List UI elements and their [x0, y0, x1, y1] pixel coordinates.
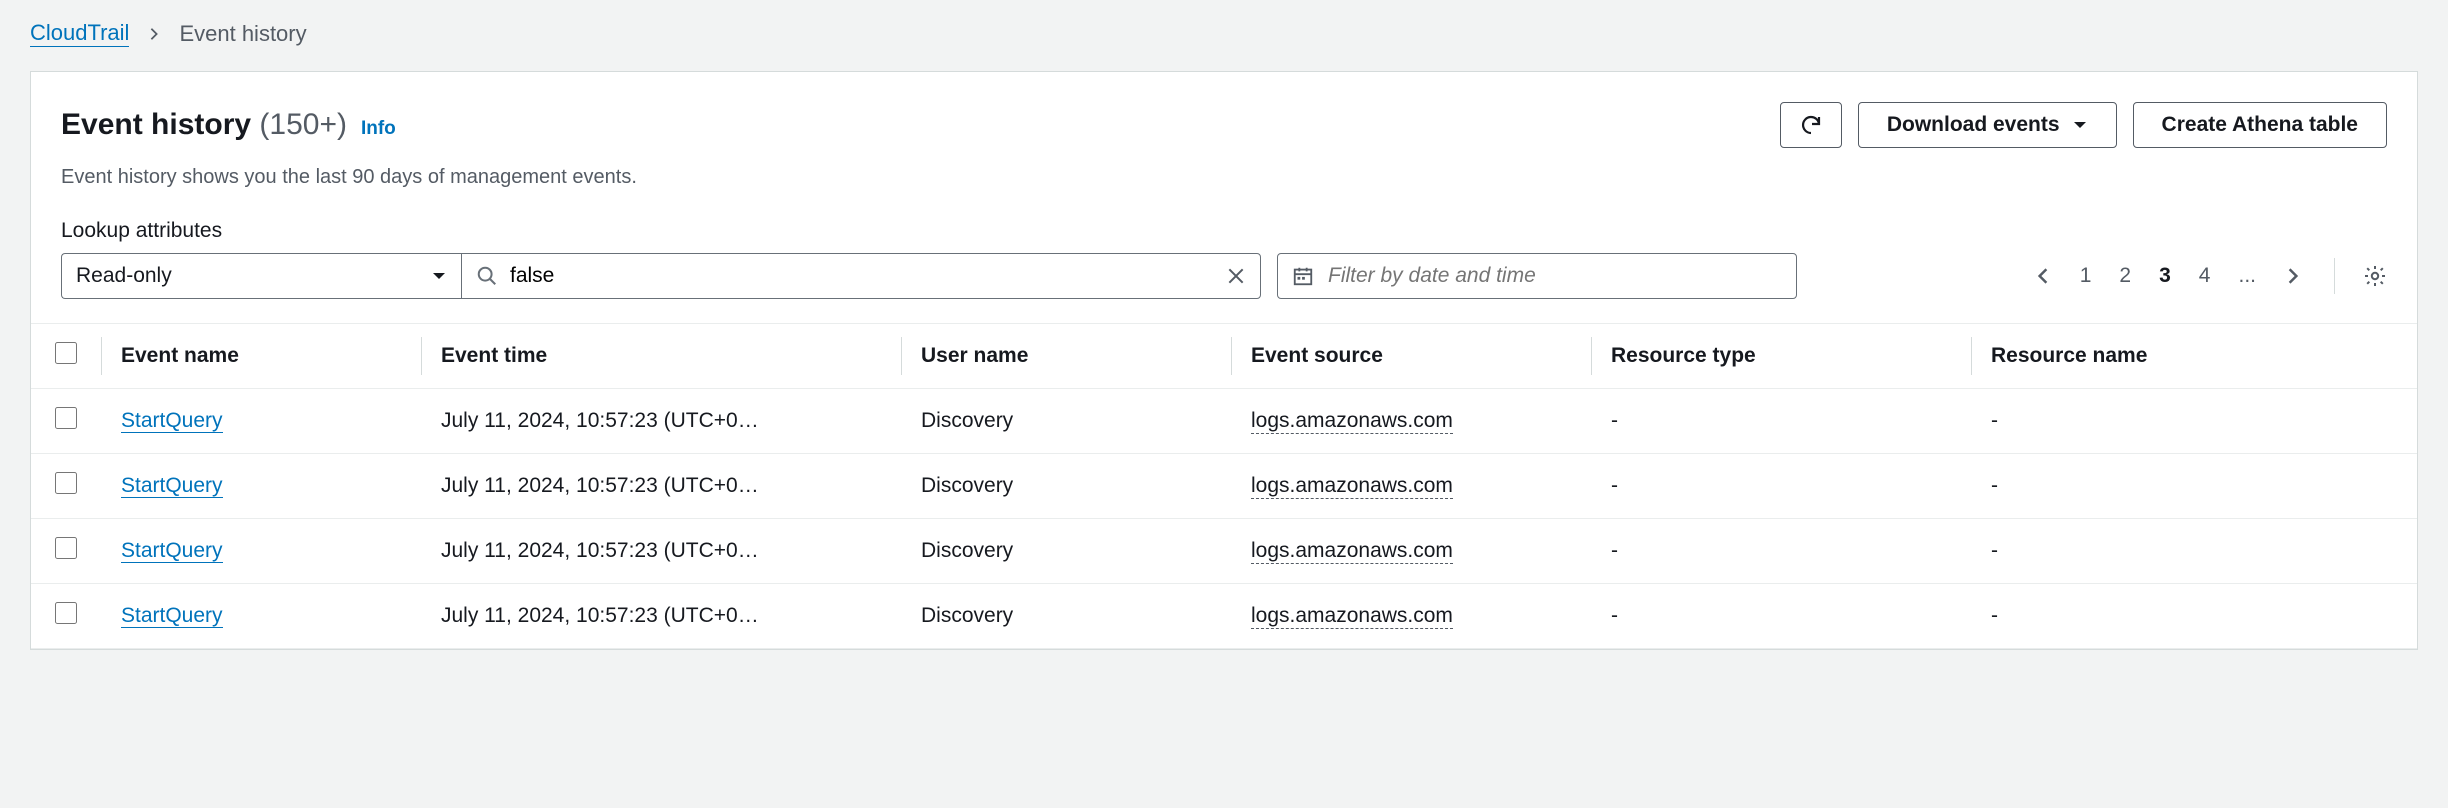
page-1[interactable]: 1	[2080, 264, 2092, 288]
caret-down-icon	[431, 268, 447, 284]
row-checkbox[interactable]	[55, 537, 77, 559]
events-table: Event name Event time User name Event so…	[31, 323, 2417, 649]
lookup-attributes-label: Lookup attributes	[61, 219, 2387, 243]
event-name-link[interactable]: StartQuery	[121, 409, 223, 433]
refresh-button[interactable]	[1780, 102, 1842, 148]
user-name-cell: Discovery	[901, 389, 1231, 454]
resource-type-cell: -	[1591, 454, 1971, 519]
pagination-prev[interactable]	[2034, 267, 2052, 285]
table-row: StartQuery July 11, 2024, 10:57:23 (UTC+0…	[31, 584, 2417, 649]
row-checkbox[interactable]	[55, 602, 77, 624]
resource-name-cell: -	[1971, 389, 2417, 454]
refresh-icon	[1799, 113, 1823, 137]
date-filter[interactable]	[1277, 253, 1797, 299]
event-source-cell: logs.amazonaws.com	[1251, 539, 1453, 564]
col-event-name[interactable]: Event name	[101, 324, 421, 389]
event-source-cell: logs.amazonaws.com	[1251, 474, 1453, 499]
resource-type-cell: -	[1591, 389, 1971, 454]
col-event-source[interactable]: Event source	[1231, 324, 1591, 389]
lookup-attribute-value: Read-only	[76, 264, 172, 288]
col-resource-type[interactable]: Resource type	[1591, 324, 1971, 389]
event-name-link[interactable]: StartQuery	[121, 539, 223, 563]
table-row: StartQuery July 11, 2024, 10:57:23 (UTC+0…	[31, 519, 2417, 584]
breadcrumb-current: Event history	[179, 21, 306, 47]
lookup-value-input-wrap[interactable]	[461, 253, 1261, 299]
title-count: (150+)	[259, 108, 347, 141]
breadcrumb: CloudTrail Event history	[0, 0, 2448, 71]
row-checkbox[interactable]	[55, 472, 77, 494]
main-panel: Event history (150+) Info Download event…	[30, 71, 2418, 650]
page-4[interactable]: 4	[2199, 264, 2211, 288]
resource-name-cell: -	[1971, 584, 2417, 649]
clear-icon[interactable]	[1226, 266, 1246, 286]
page-more[interactable]: ...	[2238, 264, 2256, 288]
download-label: Download events	[1887, 113, 2060, 137]
select-all-checkbox[interactable]	[55, 342, 77, 364]
calendar-icon	[1292, 265, 1314, 287]
page-3[interactable]: 3	[2159, 264, 2171, 288]
lookup-value-input[interactable]	[510, 264, 1226, 288]
pagination-next[interactable]	[2284, 267, 2302, 285]
resource-name-cell: -	[1971, 454, 2417, 519]
user-name-cell: Discovery	[901, 584, 1231, 649]
page-title: Event history (150+)	[61, 108, 347, 142]
date-filter-input[interactable]	[1328, 264, 1782, 288]
table-row: StartQuery July 11, 2024, 10:57:23 (UTC+0…	[31, 454, 2417, 519]
resource-type-cell: -	[1591, 584, 1971, 649]
event-source-cell: logs.amazonaws.com	[1251, 604, 1453, 629]
download-events-button[interactable]: Download events	[1858, 102, 2117, 148]
resource-type-cell: -	[1591, 519, 1971, 584]
lookup-attribute-select[interactable]: Read-only	[61, 253, 461, 299]
event-name-link[interactable]: StartQuery	[121, 474, 223, 498]
event-name-link[interactable]: StartQuery	[121, 604, 223, 628]
row-checkbox[interactable]	[55, 407, 77, 429]
event-source-cell: logs.amazonaws.com	[1251, 409, 1453, 434]
pagination: 1 2 3 4 ...	[2034, 258, 2387, 294]
breadcrumb-root[interactable]: CloudTrail	[30, 20, 129, 47]
event-time-cell: July 11, 2024, 10:57:23 (UTC+0…	[421, 454, 901, 519]
create-athena-table-button[interactable]: Create Athena table	[2133, 102, 2387, 148]
table-row: StartQuery July 11, 2024, 10:57:23 (UTC+0…	[31, 389, 2417, 454]
title-text: Event history	[61, 108, 251, 141]
user-name-cell: Discovery	[901, 519, 1231, 584]
pagination-divider	[2334, 258, 2335, 294]
event-time-cell: July 11, 2024, 10:57:23 (UTC+0…	[421, 519, 901, 584]
gear-icon[interactable]	[2363, 264, 2387, 288]
event-time-cell: July 11, 2024, 10:57:23 (UTC+0…	[421, 584, 901, 649]
col-user-name[interactable]: User name	[901, 324, 1231, 389]
col-resource-name[interactable]: Resource name	[1971, 324, 2417, 389]
info-link[interactable]: Info	[361, 118, 396, 140]
event-time-cell: July 11, 2024, 10:57:23 (UTC+0…	[421, 389, 901, 454]
caret-down-icon	[2072, 117, 2088, 133]
resource-name-cell: -	[1971, 519, 2417, 584]
col-event-time[interactable]: Event time	[421, 324, 901, 389]
page-subtitle: Event history shows you the last 90 days…	[61, 166, 2387, 189]
search-icon	[476, 265, 498, 287]
user-name-cell: Discovery	[901, 454, 1231, 519]
chevron-right-icon	[147, 27, 161, 41]
page-2[interactable]: 2	[2119, 264, 2131, 288]
